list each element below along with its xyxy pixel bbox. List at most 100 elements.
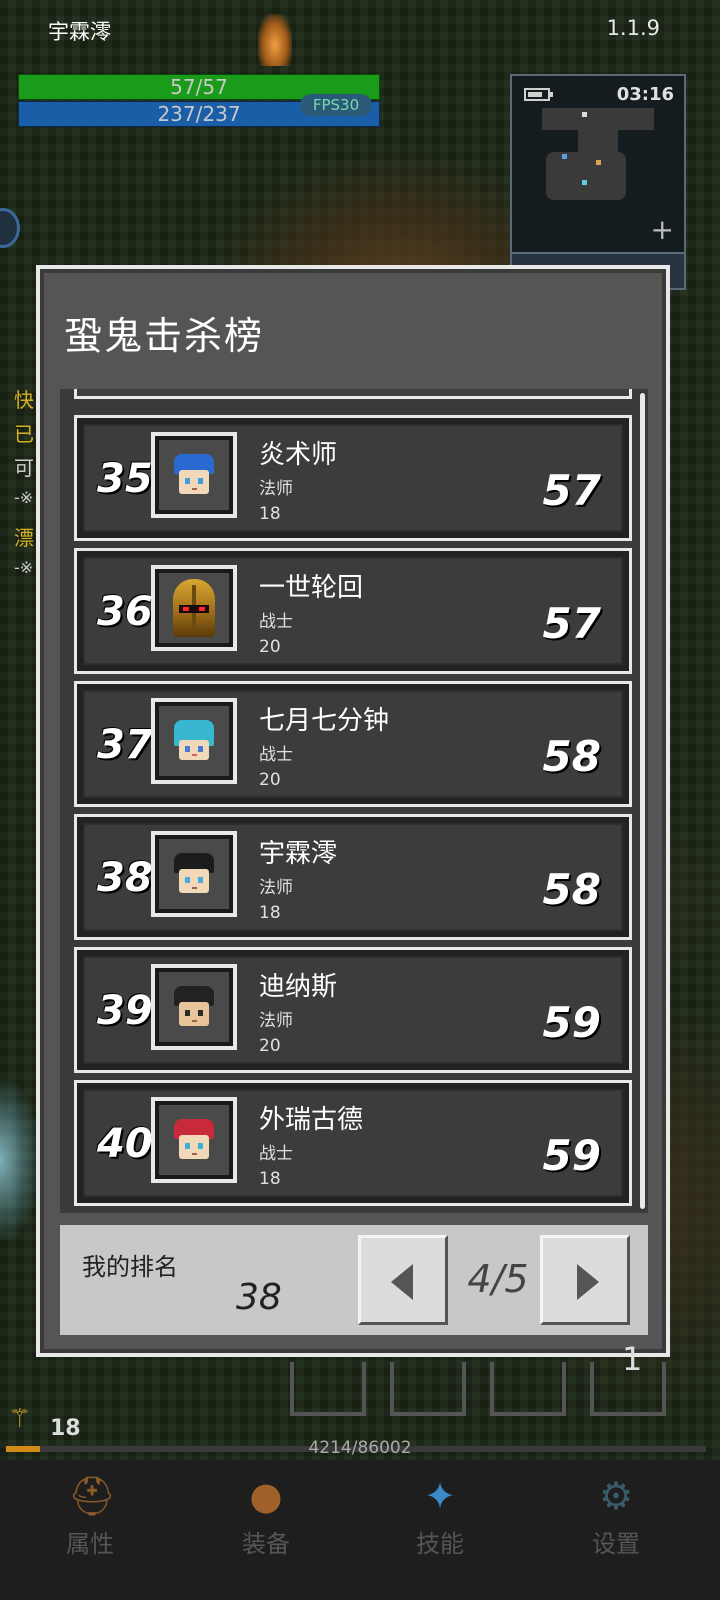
player-class: 法师 bbox=[259, 878, 293, 898]
nav-label: 装备 bbox=[242, 1530, 290, 1558]
my-rank-panel: 我的排名 38 4/5 bbox=[60, 1225, 648, 1335]
rank-number: 38 bbox=[97, 855, 153, 901]
nav-label: 属性 bbox=[66, 1530, 114, 1558]
side-text: -※ bbox=[14, 558, 34, 577]
leaderboard-row[interactable]: 39 迪纳斯 法师 20 59 bbox=[74, 947, 632, 1073]
player-level: 20 bbox=[259, 637, 281, 657]
bag-icon: ● bbox=[249, 1474, 283, 1518]
rank-number: 36 bbox=[97, 589, 153, 635]
nav-equipment[interactable]: ● 装备 bbox=[206, 1474, 326, 1559]
nav-label: 技能 bbox=[416, 1530, 464, 1558]
black-hair-mage-icon bbox=[174, 986, 214, 1026]
avatar bbox=[151, 1097, 237, 1183]
zoom-plus-icon[interactable]: + bbox=[651, 213, 674, 246]
map-room bbox=[542, 108, 654, 130]
avatar bbox=[151, 565, 237, 651]
battery-icon bbox=[524, 88, 553, 101]
slot-number: 1 bbox=[622, 1340, 643, 1378]
leaderboard-row[interactable]: 36 一世轮回 战士 20 57 bbox=[74, 548, 632, 674]
player-class: 法师 bbox=[259, 1011, 293, 1031]
torch-icon bbox=[258, 14, 292, 66]
gear-icon: ⚙ bbox=[598, 1474, 634, 1518]
player-name: 宇霖澪 bbox=[48, 20, 111, 44]
player-name: 外瑞古德 bbox=[259, 1105, 364, 1135]
player-name: 七月七分钟 bbox=[259, 706, 390, 736]
avatar bbox=[151, 831, 237, 917]
player-name: 宇霖澪 bbox=[259, 839, 338, 869]
player-level: 18 bbox=[259, 504, 281, 524]
scrollbar[interactable] bbox=[640, 393, 646, 1209]
prev-page-button[interactable] bbox=[358, 1235, 448, 1325]
player-class: 战士 bbox=[259, 1144, 293, 1164]
minimap[interactable]: 03:16 + bbox=[510, 74, 686, 290]
skill-slot[interactable] bbox=[490, 1362, 566, 1416]
kill-count: 59 bbox=[542, 1131, 601, 1180]
rank-number: 37 bbox=[97, 722, 153, 768]
my-rank-value: 38 bbox=[236, 1277, 282, 1318]
nav-skills[interactable]: ✦ 技能 bbox=[380, 1474, 500, 1559]
xp-text: 4214/86002 bbox=[308, 1438, 412, 1458]
kill-count: 59 bbox=[542, 998, 601, 1047]
scrollbar-thumb[interactable] bbox=[640, 393, 645, 1209]
leaderboard-row[interactable]: 37 七月七分钟 战士 20 58 bbox=[74, 681, 632, 807]
side-text: 快 bbox=[14, 388, 34, 412]
side-text: 漂 bbox=[14, 526, 34, 550]
clock: 03:16 bbox=[616, 84, 674, 105]
avatar bbox=[151, 432, 237, 518]
version-label: 1.1.9 bbox=[606, 16, 660, 40]
player-class: 战士 bbox=[259, 612, 293, 632]
portal-glow bbox=[0, 1080, 40, 1240]
my-rank-label: 我的排名 bbox=[82, 1253, 178, 1281]
fps-badge: FPS30 bbox=[300, 94, 372, 116]
kill-count: 57 bbox=[542, 466, 601, 515]
nav-label: 设置 bbox=[592, 1530, 640, 1558]
next-page-button[interactable] bbox=[540, 1235, 630, 1325]
player-class: 战士 bbox=[259, 745, 293, 765]
map-marker bbox=[562, 154, 567, 159]
leaderboard-row[interactable]: 38 宇霖澪 法师 18 58 bbox=[74, 814, 632, 940]
player-name: 一世轮回 bbox=[259, 573, 364, 603]
skill-slot[interactable] bbox=[390, 1362, 466, 1416]
nav-attributes[interactable]: ⛑ 属性 bbox=[30, 1474, 150, 1559]
player-name: 迪纳斯 bbox=[259, 972, 338, 1002]
kill-count: 58 bbox=[542, 732, 601, 781]
player-level: 18 bbox=[259, 903, 281, 923]
map-marker bbox=[582, 112, 587, 117]
kill-count: 57 bbox=[542, 599, 601, 648]
leaderboard-row[interactable]: 40 外瑞古德 战士 18 59 bbox=[74, 1080, 632, 1206]
side-text: -※ bbox=[14, 488, 34, 507]
map-marker bbox=[582, 180, 587, 185]
player-level: 20 bbox=[259, 770, 281, 790]
rank-number: 39 bbox=[97, 988, 153, 1034]
leaderboard-dialog: 蛩鬼击杀榜 35 炎术师 法师 18 57 36 一世轮回 战士 20 57 3… bbox=[36, 265, 670, 1357]
blue-hair-mage-icon bbox=[174, 454, 214, 494]
black-hair-mage-icon bbox=[174, 853, 214, 893]
gold-helmet-warrior-icon bbox=[173, 579, 215, 637]
red-hair-warrior-icon bbox=[174, 1119, 214, 1159]
kill-count: 58 bbox=[542, 865, 601, 914]
helmet-icon: ⛑ bbox=[68, 1474, 117, 1518]
page-indicator: 4/5 bbox=[467, 1257, 529, 1301]
avatar bbox=[151, 698, 237, 784]
leaderboard-row[interactable]: 35 炎术师 法师 18 57 bbox=[74, 415, 632, 541]
player-class: 法师 bbox=[259, 479, 293, 499]
rank-number: 35 bbox=[97, 456, 153, 502]
cyan-hair-warrior-icon bbox=[174, 720, 214, 760]
player-level: 20 bbox=[259, 1036, 281, 1056]
list-item-partial bbox=[74, 389, 632, 399]
arrow-right-icon bbox=[577, 1264, 599, 1300]
arrow-left-icon bbox=[391, 1264, 413, 1300]
side-text: 已 bbox=[14, 422, 34, 446]
skill-slot[interactable] bbox=[290, 1362, 366, 1416]
nav-settings[interactable]: ⚙ 设置 bbox=[556, 1474, 676, 1559]
bottom-nav: ⛑ 属性 ● 装备 ✦ 技能 ⚙ 设置 bbox=[0, 1460, 720, 1600]
player-name: 炎术师 bbox=[259, 440, 338, 470]
player-level: 18 bbox=[259, 1169, 281, 1189]
crystal-icon: ✦ bbox=[424, 1474, 456, 1518]
avatar bbox=[151, 964, 237, 1050]
map-room bbox=[546, 152, 626, 200]
leaderboard-list[interactable]: 35 炎术师 法师 18 57 36 一世轮回 战士 20 57 37 七月七分… bbox=[60, 389, 648, 1213]
dialog-title: 蛩鬼击杀榜 bbox=[64, 314, 265, 358]
map-marker bbox=[596, 160, 601, 165]
side-text: 可 bbox=[14, 456, 34, 480]
